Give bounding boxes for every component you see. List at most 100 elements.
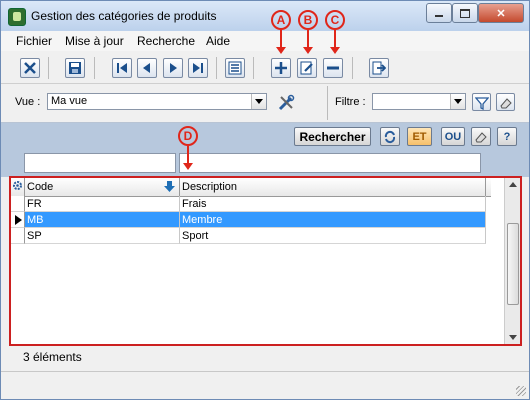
column-settings-button[interactable] <box>11 178 25 196</box>
add-icon <box>275 62 287 74</box>
view-label: Vue : <box>15 96 41 108</box>
column-header-code[interactable]: Code <box>25 178 180 196</box>
menu-mise-a-jour[interactable]: Mise à jour <box>65 34 124 48</box>
close-icon <box>24 62 36 74</box>
close-window-icon: ✕ <box>496 7 506 20</box>
chevron-down-icon[interactable] <box>450 94 465 109</box>
cell-description: Membre <box>180 212 486 228</box>
eraser-icon <box>500 98 512 109</box>
filter-select[interactable] <box>372 93 466 110</box>
tools-icon <box>278 94 295 111</box>
row-indicator[interactable] <box>11 228 25 244</box>
cell-description: Sport <box>180 228 486 244</box>
app-icon <box>8 8 26 26</box>
menu-fichier[interactable]: Fichier <box>16 34 52 48</box>
first-record-button[interactable] <box>112 58 132 78</box>
minimize-button[interactable] <box>426 3 452 23</box>
close-window-button[interactable]: ✕ <box>478 3 524 23</box>
annotation-b-arrow <box>307 30 309 48</box>
viewbar-separator <box>327 86 328 120</box>
table-row[interactable]: FR Frais <box>11 196 491 212</box>
annotation-a-arrow <box>280 30 282 48</box>
last-record-icon <box>193 63 203 73</box>
view-select[interactable]: Ma vue <box>47 93 267 110</box>
scroll-down-icon[interactable] <box>509 335 517 340</box>
last-record-button[interactable] <box>188 58 208 78</box>
edit-button[interactable] <box>297 58 317 78</box>
column-header-description[interactable]: Description <box>180 178 486 196</box>
scroll-thumb[interactable] <box>507 223 519 305</box>
window-title: Gestion des catégories de produits <box>31 9 217 23</box>
search-button[interactable]: Rechercher <box>294 127 371 146</box>
minimize-icon <box>435 15 443 17</box>
column-header-code-label: Code <box>27 181 54 193</box>
data-grid: Code Description FR Frais MB Membre SP S… <box>9 176 522 346</box>
previous-record-icon <box>143 63 150 73</box>
refresh-icon <box>384 130 396 143</box>
annotation-b-arrowhead <box>303 47 313 54</box>
description-filter-input[interactable] <box>179 153 481 173</box>
row-indicator-current[interactable] <box>11 212 25 228</box>
view-select-value: Ma vue <box>51 95 88 107</box>
status-bar: 3 éléments <box>1 347 529 369</box>
filter-label: Filtre : <box>335 96 366 108</box>
or-toggle-button[interactable]: OU <box>441 127 465 146</box>
title-bar: Gestion des catégories de produits ✕ <box>1 1 529 31</box>
view-settings-button[interactable] <box>275 92 295 112</box>
scroll-up-icon[interactable] <box>509 182 517 187</box>
export-button[interactable] <box>369 58 389 78</box>
main-window: Gestion des catégories de produits ✕ Fic… <box>0 0 530 400</box>
table-row[interactable]: SP Sport <box>11 228 491 244</box>
record-count: 3 éléments <box>23 350 82 364</box>
annotation-b: B <box>298 10 318 30</box>
add-button[interactable] <box>271 58 291 78</box>
cell-code: FR <box>25 196 180 212</box>
annotation-a: A <box>271 10 291 30</box>
and-toggle-button[interactable]: ET <box>407 127 432 146</box>
delete-icon <box>327 66 339 70</box>
search-panel: Rechercher ET OU ? <box>1 123 529 177</box>
toolbar-separator <box>48 57 49 79</box>
annotation-d-arrow <box>187 146 189 164</box>
maximize-button[interactable] <box>452 3 478 23</box>
chevron-down-icon[interactable] <box>251 94 266 109</box>
row-indicator[interactable] <box>11 196 25 212</box>
annotation-d: D <box>178 126 198 146</box>
toolbar-separator <box>352 57 353 79</box>
annotation-c: C <box>325 10 345 30</box>
menu-aide[interactable]: Aide <box>206 34 230 48</box>
bottom-bar <box>1 371 529 399</box>
cell-code: SP <box>25 228 180 244</box>
sort-descending-icon <box>164 181 175 192</box>
help-button[interactable]: ? <box>497 127 517 146</box>
toolbar-separator <box>253 57 254 79</box>
menu-recherche[interactable]: Recherche <box>137 34 195 48</box>
toolbar-separator <box>94 57 95 79</box>
annotation-d-arrowhead <box>183 163 193 170</box>
vertical-scrollbar[interactable] <box>504 178 520 344</box>
table-row-selected[interactable]: MB Membre <box>11 212 491 228</box>
code-filter-input[interactable] <box>24 153 176 173</box>
column-header-description-label: Description <box>182 181 238 193</box>
menu-bar: Fichier Mise à jour Recherche Aide <box>1 31 529 51</box>
clear-filter-button[interactable] <box>496 93 515 111</box>
list-icon <box>228 61 242 75</box>
annotation-c-arrow <box>334 30 336 48</box>
resize-grip-icon[interactable] <box>516 386 526 396</box>
next-record-button[interactable] <box>163 58 183 78</box>
cell-description: Frais <box>180 196 486 212</box>
save-icon <box>69 62 81 74</box>
close-record-button[interactable] <box>20 58 40 78</box>
save-button[interactable] <box>65 58 85 78</box>
gear-icon <box>13 181 22 190</box>
apply-filter-button[interactable] <box>472 93 491 111</box>
list-view-button[interactable] <box>225 58 245 78</box>
clear-search-button[interactable] <box>471 127 491 146</box>
refresh-search-button[interactable] <box>380 127 400 146</box>
previous-record-button[interactable] <box>137 58 157 78</box>
eraser-icon <box>475 131 487 142</box>
grid-header: Code Description <box>11 178 491 197</box>
delete-button[interactable] <box>323 58 343 78</box>
edit-icon <box>300 61 313 75</box>
annotation-a-arrowhead <box>276 47 286 54</box>
